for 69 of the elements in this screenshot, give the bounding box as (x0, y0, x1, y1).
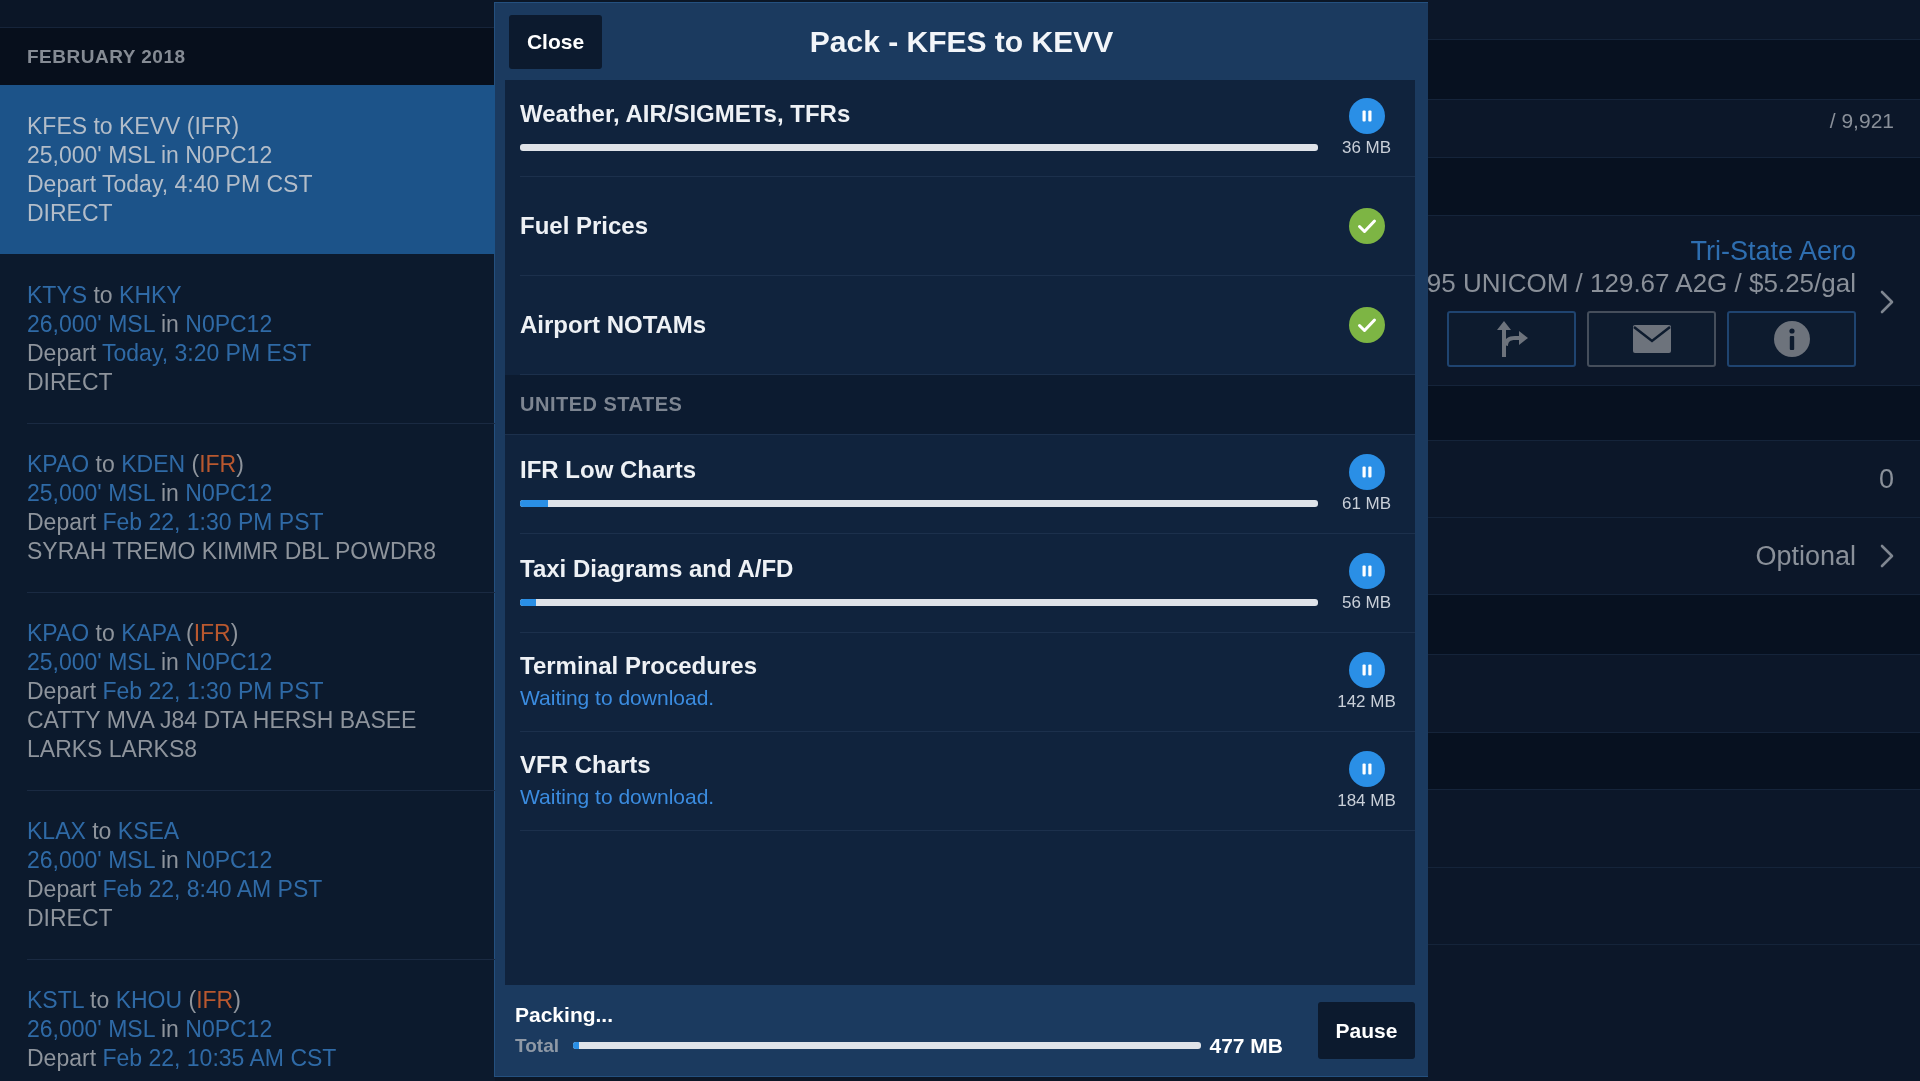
flight-title: KSTL to KHOU (IFR) (27, 986, 242, 1015)
section-header: UNITED STATES (505, 375, 1415, 435)
item-size: 61 MB (1341, 494, 1392, 514)
flight-route: DIRECT (27, 904, 114, 933)
item-title: VFR Charts (520, 751, 652, 779)
chevron-right-icon (1880, 290, 1894, 314)
flight-list-item[interactable]: KTYS to KHKY 26,000' MSL in N0PC12 Depart Today, 3:20 PM EST DIRECT (0, 254, 495, 423)
packing-status: Packing... (515, 1001, 615, 1028)
pause-icon[interactable] (1348, 652, 1385, 688)
item-title: Airport NOTAMs (520, 311, 708, 339)
flight-altitude: 26,000' MSL in N0PC12 (27, 846, 274, 875)
flight-title: KFES to KEVV (IFR) (27, 112, 241, 141)
flight-altitude: 25,000' MSL in N0PC12 (27, 479, 274, 508)
flight-departure: Depart Today, 4:40 PM CST (27, 170, 314, 199)
item-title: Terminal Procedures (520, 652, 758, 680)
close-button[interactable]: Close (509, 14, 602, 69)
envelope-icon (1632, 325, 1671, 353)
directions-button[interactable] (1447, 311, 1576, 367)
info-button[interactable] (1727, 311, 1856, 367)
flight-list-item[interactable]: KPAO to KDEN (IFR) 25,000' MSL in N0PC12 Depart Feb 22, 1:30 PM PST SYRAH TREMO KIMMR DBL POWDR8 (0, 423, 495, 592)
pause-icon[interactable] (1348, 751, 1385, 787)
flight-route: DIRECT (27, 199, 114, 228)
total-size: 477 MB (1209, 1033, 1283, 1058)
flight-departure: Depart Feb 22, 10:35 AM CST (27, 1044, 338, 1073)
flight-route: DIRECT (27, 368, 114, 397)
item-title: Fuel Prices (520, 212, 650, 240)
flight-departure: Depart Feb 22, 1:30 PM PST (27, 677, 325, 706)
flight-altitude: 25,000' MSL in N0PC12 (27, 141, 274, 170)
item-title: Taxi Diagrams and A/FD (520, 554, 795, 583)
flight-title: KPAO to KAPA (IFR) (27, 619, 240, 648)
flight-altitude: 25,000' MSL in N0PC12 (27, 648, 274, 677)
flight-altitude: 26,000' MSL in N0PC12 (27, 1015, 274, 1044)
item-size: 184 MB (1337, 791, 1396, 811)
item-title: IFR Low Charts (520, 455, 697, 484)
info-icon (1773, 321, 1810, 357)
flight-altitude: 26,000' MSL in N0PC12 (27, 310, 274, 339)
optional-value: Optional (1755, 540, 1856, 572)
count-value: 0 (1878, 463, 1894, 495)
pause-icon[interactable] (1348, 98, 1385, 134)
flight-list-item[interactable]: KSTL to KHOU (IFR) 26,000' MSL in N0PC12 Depart Feb 22, 10:35 AM CST (0, 959, 495, 1081)
flight-departure: Depart Today, 3:20 PM EST (27, 339, 313, 368)
weight-total: / 9,921 (1829, 108, 1894, 134)
pause-button[interactable]: Pause (1318, 1002, 1415, 1059)
total-label: Total (515, 1034, 559, 1057)
month-header: FEBRUARY 2018 (0, 28, 495, 85)
flight-list-item[interactable]: KLAX to KSEA 26,000' MSL in N0PC12 Depart Feb 22, 8:40 AM PST DIRECT (0, 790, 495, 959)
status-note: Waiting to download. (520, 685, 716, 711)
flight-route: CATTY MVA J84 DTA HERSH BASEE LARKS LARKS8 (27, 706, 418, 764)
flight-list-item[interactable]: KPAO to KAPA (IFR) 25,000' MSL in N0PC12 Depart Feb 22, 1:30 PM PST CATTY MVA J84 DTA HERSH BASEE LARKS LARKS8 (0, 592, 495, 790)
status-note: Waiting to download. (520, 784, 716, 810)
flight-route: SYRAH TREMO KIMMR DBL POWDR8 (27, 537, 437, 566)
flight-list-item[interactable]: KFES to KEVV (IFR) 25,000' MSL in N0PC12 Depart Today, 4:40 PM CST DIRECT (0, 85, 495, 254)
chevron-right-icon (1880, 544, 1894, 568)
dialog-title: Pack - KFES to KEVV (809, 24, 1114, 59)
item-size: 36 MB (1341, 138, 1392, 158)
fbo-name[interactable]: Tri-State Aero (1690, 235, 1856, 267)
item-size: 142 MB (1337, 692, 1396, 712)
item-title: Weather, AIR/SIGMETs, TFRs (520, 99, 852, 128)
fbo-details: 95 UNICOM / 129.67 A2G / $5.25/gal (1428, 267, 1856, 299)
flight-departure: Depart Feb 22, 1:30 PM PST (27, 508, 325, 537)
flight-title: KPAO to KDEN (IFR) (27, 450, 245, 479)
flight-title: KTYS to KHKY (27, 281, 183, 310)
pause-icon[interactable] (1348, 454, 1385, 490)
item-size: 56 MB (1341, 593, 1392, 613)
email-button[interactable] (1587, 311, 1716, 367)
split-arrow-icon (1494, 321, 1529, 357)
flight-departure: Depart Feb 22, 8:40 AM PST (27, 875, 324, 904)
flight-title: KLAX to KSEA (27, 817, 181, 846)
pause-icon[interactable] (1348, 553, 1385, 589)
